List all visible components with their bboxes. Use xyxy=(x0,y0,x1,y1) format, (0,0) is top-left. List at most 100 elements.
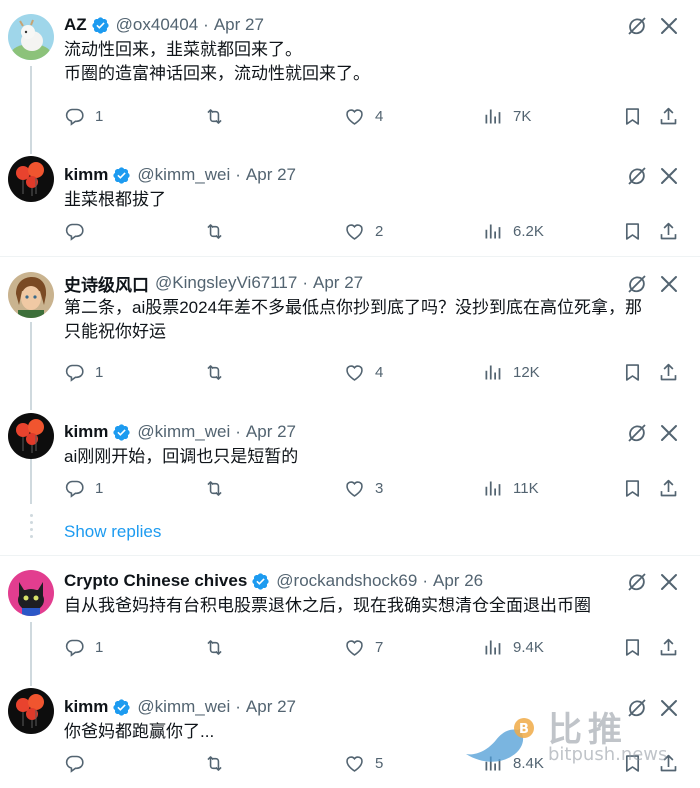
reply-button[interactable]: 1 xyxy=(64,360,103,384)
reply-count: 1 xyxy=(95,107,104,125)
close-icon[interactable] xyxy=(657,272,681,296)
bookmark-button[interactable] xyxy=(622,476,643,500)
tweet[interactable]: AZ @ox40404 · Apr 27 流动性回来，韭菜就都回来了。 币圈的造… xyxy=(0,0,700,150)
like-button[interactable]: 3 xyxy=(344,476,383,500)
share-button[interactable] xyxy=(658,635,679,659)
views-button[interactable]: 7K xyxy=(482,104,531,128)
reply-icon xyxy=(64,106,85,127)
verified-badge-icon xyxy=(112,698,131,717)
bookmark-icon xyxy=(622,221,643,242)
share-icon xyxy=(658,362,679,383)
view-count: 12K xyxy=(513,363,540,381)
author-handle[interactable]: @KingsleyVi67117 xyxy=(155,273,297,293)
grok-icon[interactable] xyxy=(625,14,649,38)
grok-icon[interactable] xyxy=(625,272,649,296)
views-button[interactable]: 6.2K xyxy=(482,219,544,243)
share-button[interactable] xyxy=(658,219,679,243)
tweet[interactable]: kimm @kimm_wei · Apr 27 ai刚刚开始，回调也只是短暂的 … xyxy=(0,407,700,517)
reply-button[interactable]: 1 xyxy=(64,104,103,128)
share-icon xyxy=(658,221,679,242)
share-button[interactable] xyxy=(658,751,679,775)
author-handle[interactable]: @kimm_wei xyxy=(137,422,230,442)
tweet-date[interactable]: Apr 27 xyxy=(246,422,296,442)
repost-button[interactable] xyxy=(204,360,235,384)
views-button[interactable]: 12K xyxy=(482,360,540,384)
tweet[interactable]: kimm @kimm_wei · Apr 27 你爸妈都跑赢你了... 5 8.… xyxy=(0,682,700,788)
views-button[interactable]: 11K xyxy=(482,476,539,500)
close-icon[interactable] xyxy=(657,696,681,720)
tweet-header: kimm @kimm_wei · Apr 27 xyxy=(64,696,296,718)
like-button[interactable]: 2 xyxy=(344,219,383,243)
close-icon[interactable] xyxy=(657,421,681,445)
like-button[interactable]: 5 xyxy=(344,751,383,775)
author-handle[interactable]: @kimm_wei xyxy=(137,165,230,185)
avatar[interactable] xyxy=(8,272,54,318)
verified-badge-icon xyxy=(251,572,270,591)
close-icon[interactable] xyxy=(657,164,681,188)
tweet-date[interactable]: Apr 27 xyxy=(313,273,363,293)
action-bar: 1 4 12K xyxy=(64,360,684,384)
share-icon xyxy=(658,637,679,658)
author-name[interactable]: kimm xyxy=(64,422,108,442)
like-button[interactable]: 4 xyxy=(344,104,383,128)
share-button[interactable] xyxy=(658,360,679,384)
reply-button[interactable]: 1 xyxy=(64,635,103,659)
tweet[interactable]: Crypto Chinese chives @rockandshock69 · … xyxy=(0,556,700,682)
author-name[interactable]: kimm xyxy=(64,165,108,185)
avatar[interactable] xyxy=(8,688,54,734)
repost-icon xyxy=(204,478,225,499)
author-handle[interactable]: @rockandshock69 xyxy=(276,571,417,591)
author-handle[interactable]: @kimm_wei xyxy=(137,697,230,717)
repost-icon xyxy=(204,637,225,658)
show-replies-link[interactable]: Show replies xyxy=(64,522,161,542)
author-handle[interactable]: @ox40404 xyxy=(116,15,199,35)
bookmark-button[interactable] xyxy=(622,219,643,243)
heart-icon xyxy=(344,753,365,774)
tweet-text-line: 流动性回来，韭菜就都回来了。 xyxy=(64,40,302,59)
reply-count: 1 xyxy=(95,363,104,381)
tweet[interactable]: kimm @kimm_wei · Apr 27 韭菜根都拔了 2 6.2K xyxy=(0,150,700,256)
repost-button[interactable] xyxy=(204,219,235,243)
share-button[interactable] xyxy=(658,104,679,128)
tweet-text-line: ai刚刚开始，回调也只是短暂的 xyxy=(64,447,299,466)
like-button[interactable]: 4 xyxy=(344,360,383,384)
author-name[interactable]: AZ xyxy=(64,15,87,35)
verified-badge-icon xyxy=(112,423,131,442)
close-icon[interactable] xyxy=(657,14,681,38)
action-bar: 1 4 7K xyxy=(64,104,684,128)
repost-button[interactable] xyxy=(204,751,235,775)
views-button[interactable]: 8.4K xyxy=(482,751,544,775)
like-button[interactable]: 7 xyxy=(344,635,383,659)
tweet-date[interactable]: Apr 27 xyxy=(214,15,264,35)
close-icon[interactable] xyxy=(657,570,681,594)
avatar[interactable] xyxy=(8,156,54,202)
tweet[interactable]: 史诗级风口 @KingsleyVi67117 · Apr 27 第二条，ai股票… xyxy=(0,258,700,408)
author-name[interactable]: kimm xyxy=(64,697,108,717)
separator-dot: · xyxy=(422,571,429,590)
bookmark-button[interactable] xyxy=(622,635,643,659)
author-name[interactable]: 史诗级风口 xyxy=(64,271,149,296)
tweet-date[interactable]: Apr 26 xyxy=(433,571,483,591)
tweet-date[interactable]: Apr 27 xyxy=(246,165,296,185)
share-button[interactable] xyxy=(658,476,679,500)
grok-icon[interactable] xyxy=(625,570,649,594)
bookmark-button[interactable] xyxy=(622,104,643,128)
bookmark-button[interactable] xyxy=(622,360,643,384)
views-button[interactable]: 9.4K xyxy=(482,635,544,659)
avatar[interactable] xyxy=(8,570,54,616)
reply-button[interactable]: 1 xyxy=(64,476,103,500)
author-name[interactable]: Crypto Chinese chives xyxy=(64,571,247,591)
bookmark-button[interactable] xyxy=(622,751,643,775)
avatar[interactable] xyxy=(8,413,54,459)
grok-icon[interactable] xyxy=(625,421,649,445)
tweet-date[interactable]: Apr 27 xyxy=(246,697,296,717)
like-count: 4 xyxy=(375,363,384,381)
grok-icon[interactable] xyxy=(625,696,649,720)
avatar[interactable] xyxy=(8,14,54,60)
reply-button[interactable] xyxy=(64,751,95,775)
reply-button[interactable] xyxy=(64,219,95,243)
grok-icon[interactable] xyxy=(625,164,649,188)
repost-button[interactable] xyxy=(204,476,235,500)
repost-button[interactable] xyxy=(204,104,235,128)
repost-button[interactable] xyxy=(204,635,235,659)
